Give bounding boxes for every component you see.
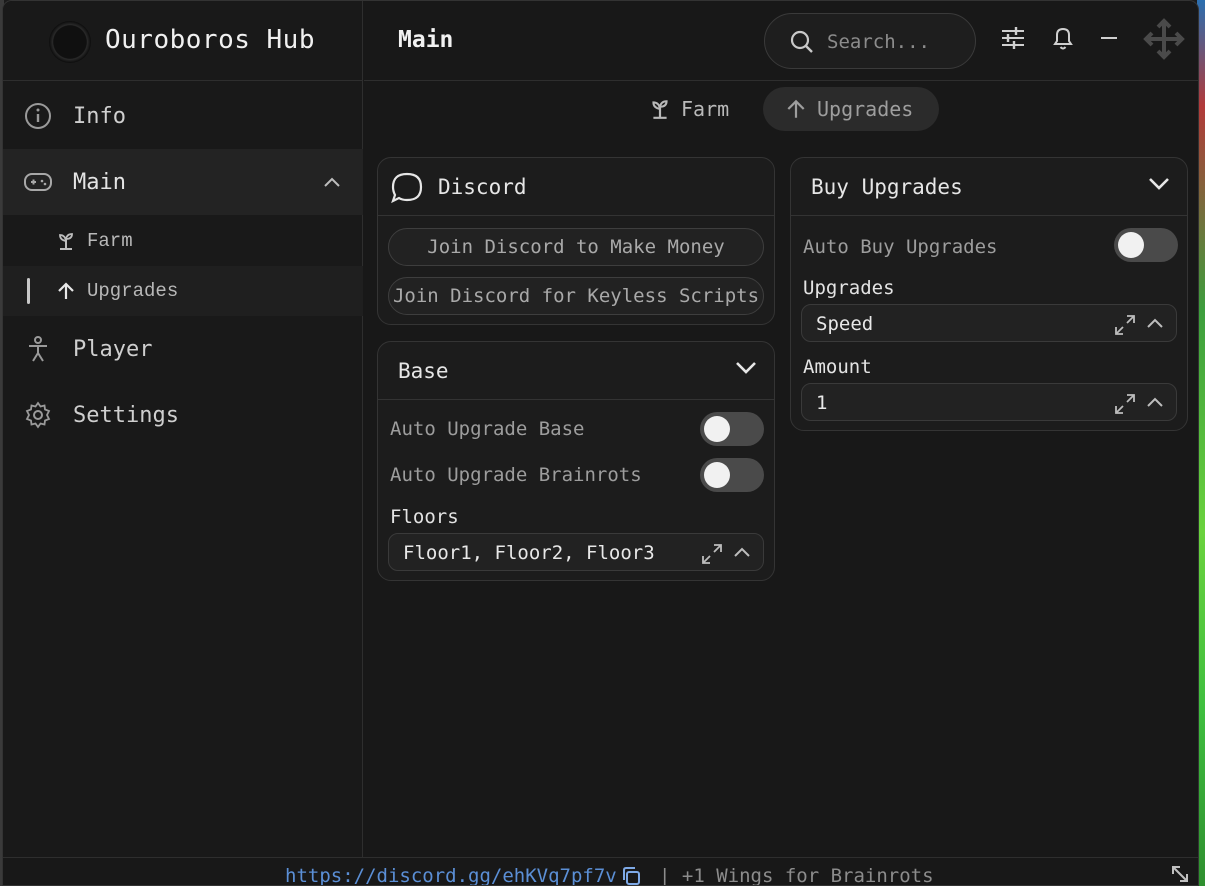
- filter-button[interactable]: [996, 23, 1030, 57]
- floors-label: Floors: [390, 506, 459, 528]
- tab-label: Upgrades: [817, 97, 914, 121]
- sidebar: Ouroboros Hub Info Main Farm Upgrades Pl…: [3, 1, 363, 857]
- tab-label: Farm: [681, 97, 730, 121]
- base-panel-header[interactable]: Base: [378, 342, 774, 400]
- search-box[interactable]: [764, 13, 976, 69]
- sidebar-subitem-label: Farm: [87, 230, 133, 252]
- search-input[interactable]: [827, 28, 965, 56]
- join-discord-money-button[interactable]: Join Discord to Make Money: [388, 228, 764, 266]
- sidebar-item-info[interactable]: Info: [3, 83, 363, 149]
- toggle-knob: [704, 416, 730, 442]
- sliders-icon: [1000, 26, 1026, 54]
- chevron-down-icon[interactable]: [1147, 176, 1171, 196]
- buy-upgrades-panel: Buy Upgrades Auto Buy Upgrades Upgrades …: [790, 157, 1188, 431]
- sidebar-item-label: Player: [73, 336, 153, 362]
- discord-link[interactable]: https://discord.gg/ehKVq7pf7v: [285, 865, 617, 885]
- person-icon: [23, 334, 53, 364]
- sidebar-subitem-label: Upgrades: [87, 280, 179, 302]
- drag-handle[interactable]: [1142, 17, 1186, 65]
- app-title: Ouroboros Hub: [105, 25, 315, 55]
- toggle-label: Auto Upgrade Brainrots: [390, 464, 642, 486]
- hub-window: Ouroboros Hub Info Main Farm Upgrades Pl…: [2, 0, 1199, 886]
- copy-icon[interactable]: [621, 866, 641, 885]
- dropdown-value: Floor1, Floor2, Floor3: [403, 542, 655, 564]
- expand-icon[interactable]: [701, 543, 723, 569]
- sidebar-item-player[interactable]: Player: [3, 316, 363, 382]
- search-icon: [789, 29, 815, 59]
- sprout-icon: [55, 230, 77, 252]
- auto-upgrade-brainrots-toggle[interactable]: [700, 458, 764, 492]
- auto-buy-upgrades-toggle[interactable]: [1114, 228, 1178, 262]
- buy-upgrades-panel-header[interactable]: Buy Upgrades: [791, 158, 1187, 216]
- toggle-knob: [1118, 232, 1144, 258]
- dropdown-value: Speed: [816, 313, 874, 335]
- chevron-down-icon[interactable]: [734, 360, 758, 380]
- sidebar-subitem-upgrades[interactable]: Upgrades: [3, 266, 363, 316]
- chevron-up-icon[interactable]: [1146, 315, 1164, 334]
- amount-input[interactable]: 1: [801, 383, 1177, 421]
- brand: Ouroboros Hub: [3, 1, 363, 81]
- info-icon: [23, 101, 53, 131]
- toggle-knob: [704, 462, 730, 488]
- footer-bar: https://discord.gg/ehKVq7pf7v | +1 Wings…: [3, 857, 1198, 886]
- sidebar-item-label: Info: [73, 103, 126, 129]
- panel-title: Base: [398, 358, 449, 383]
- discord-panel: Discord Join Discord to Make Money Join …: [377, 157, 775, 325]
- resize-icon[interactable]: [1170, 864, 1190, 885]
- tab-upgrades[interactable]: Upgrades: [763, 87, 939, 131]
- minimize-button[interactable]: [1092, 23, 1126, 57]
- tab-farm[interactable]: Farm: [649, 87, 749, 131]
- panel-title: Discord: [438, 174, 527, 199]
- active-indicator: [27, 278, 30, 304]
- gear-icon: [23, 400, 53, 430]
- notifications-button[interactable]: [1046, 23, 1080, 57]
- discord-panel-header: Discord: [378, 158, 774, 216]
- sidebar-item-label: Settings: [73, 402, 179, 428]
- move-icon: [1142, 17, 1186, 65]
- chevron-up-icon[interactable]: [1146, 394, 1164, 413]
- sprout-icon: [649, 98, 671, 120]
- floors-dropdown[interactable]: Floor1, Floor2, Floor3: [388, 533, 764, 571]
- toggle-label: Auto Buy Upgrades: [803, 236, 998, 258]
- chevron-up-icon[interactable]: [733, 544, 751, 563]
- expand-icon[interactable]: [1114, 314, 1136, 340]
- panel-title: Buy Upgrades: [811, 174, 963, 199]
- expand-icon[interactable]: [1114, 393, 1136, 419]
- sidebar-item-main[interactable]: Main: [3, 149, 363, 215]
- join-discord-scripts-button[interactable]: Join Discord for Keyless Scripts: [388, 277, 764, 315]
- page-title: Main: [398, 27, 454, 53]
- toggle-label: Auto Upgrade Base: [390, 418, 585, 440]
- chevron-up-icon[interactable]: [323, 173, 341, 192]
- header-bar: Main: [364, 1, 1198, 81]
- logo: [49, 21, 91, 63]
- footer-status-text: | +1 Wings for Brainrots: [659, 865, 934, 886]
- upgrades-dropdown[interactable]: Speed: [801, 304, 1177, 342]
- upgrades-label: Upgrades: [803, 277, 895, 299]
- sidebar-item-label: Main: [73, 169, 126, 195]
- gamepad-icon: [23, 167, 53, 197]
- auto-upgrade-base-toggle[interactable]: [700, 412, 764, 446]
- bell-icon: [1051, 25, 1075, 55]
- arrow-up-icon: [785, 98, 807, 120]
- amount-value: 1: [816, 392, 828, 414]
- base-panel: Base Auto Upgrade Base Auto Upgrade Brai…: [377, 341, 775, 581]
- chat-bubble-icon: [390, 171, 424, 209]
- amount-label: Amount: [803, 356, 872, 378]
- arrow-up-icon: [55, 280, 77, 302]
- sidebar-item-settings[interactable]: Settings: [3, 382, 363, 448]
- sidebar-subitem-farm[interactable]: Farm: [3, 216, 363, 266]
- minus-icon: [1099, 28, 1119, 52]
